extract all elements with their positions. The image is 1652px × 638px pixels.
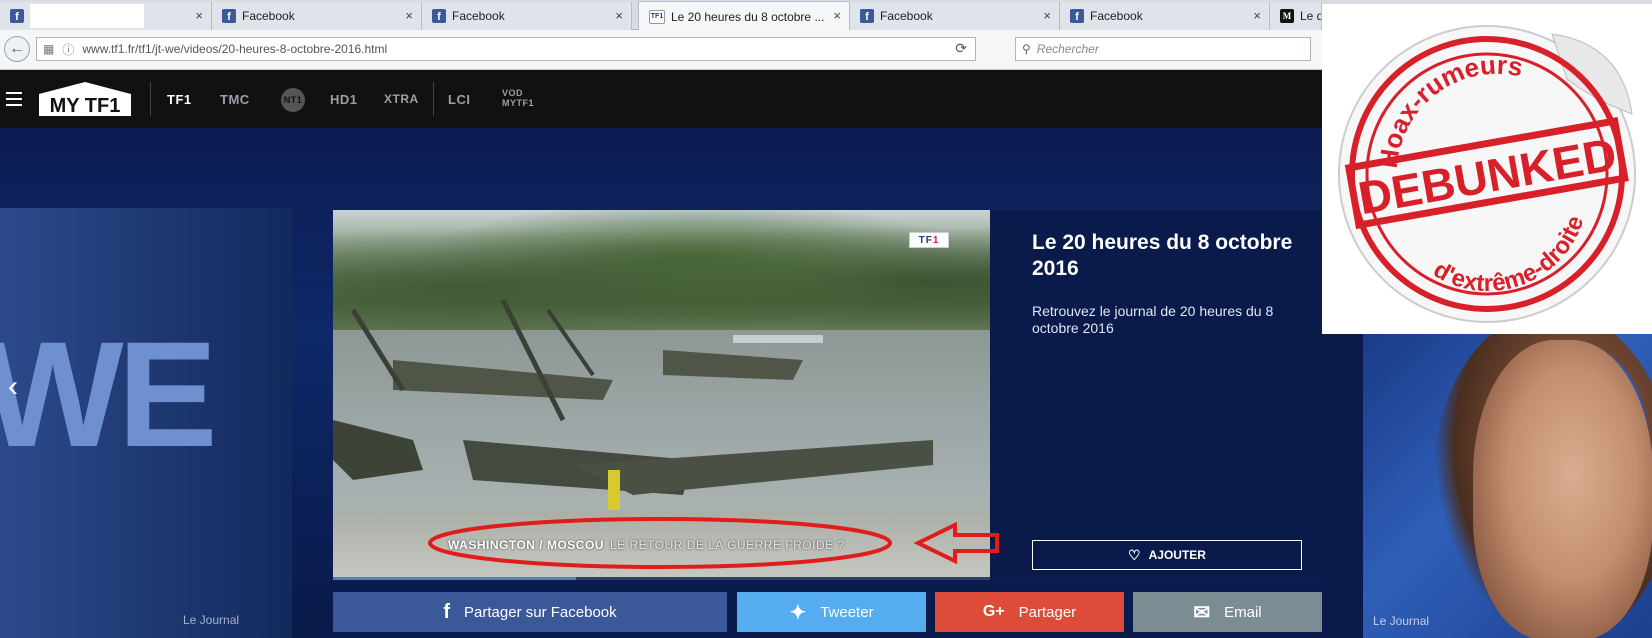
header-divider [150, 82, 151, 116]
add-button-label: AJOUTER [1148, 548, 1206, 562]
channel-xtra-logo[interactable]: XTRA [384, 92, 419, 106]
reload-icon[interactable]: ⟳ [955, 40, 967, 57]
share-twitter-label: Tweeter [820, 603, 874, 621]
facebook-icon: f [443, 600, 451, 623]
close-tab-icon[interactable]: × [405, 8, 413, 23]
video-description: Retrouvez le journal de 20 heures du 8 o… [1032, 303, 1274, 336]
channel-nt1-logo[interactable]: NT1 [281, 88, 305, 112]
close-tab-icon[interactable]: × [195, 8, 203, 23]
share-email-label: Email [1224, 603, 1262, 621]
share-facebook-button[interactable]: f Partager sur Facebook [333, 592, 727, 632]
tab-title: Facebook [880, 9, 933, 23]
browser-tab[interactable]: f Facebook × [1060, 2, 1270, 30]
mytf1-logo[interactable]: MY TF1 [35, 80, 135, 118]
share-gplus-label: Partager [1018, 603, 1077, 621]
facebook-favicon-icon: f [1070, 9, 1084, 23]
prev-slide-caption: Le Journal [183, 613, 240, 627]
debunked-stamp-overlay: Hoax-rumeurs DEBUNKED d'extrême-droite [1322, 4, 1652, 334]
close-tab-icon[interactable]: × [833, 8, 841, 23]
video-player[interactable]: TF 1 WASHINGTON / MOSCOU LE RETOUR DE LA G… [333, 210, 990, 580]
prev-slide-big-text: WE [0, 310, 218, 478]
browser-tab[interactable]: f Facebook × [422, 2, 632, 30]
browser-tab-active[interactable]: TF1 Le 20 heures du 8 octobre ... × [638, 1, 850, 31]
chevron-left-icon[interactable]: ‹ [8, 370, 18, 404]
hamburger-menu-icon[interactable] [6, 92, 22, 106]
url-text: www.tf1.fr/tf1/jt-we/videos/20-heures-8-… [82, 42, 388, 56]
video-caption-main: WASHINGTON / MOSCOU [448, 538, 604, 552]
close-tab-icon[interactable]: × [615, 8, 623, 23]
close-tab-icon[interactable]: × [1253, 8, 1261, 23]
url-bar[interactable]: ▦ ⓘ www.tf1.fr/tf1/jt-we/videos/20-heure… [36, 37, 976, 61]
twitter-bird-icon: ✦ [789, 601, 807, 624]
header-divider [433, 82, 434, 116]
lemonde-favicon-icon: M [1280, 9, 1294, 23]
back-arrow-icon[interactable]: ← [4, 36, 30, 62]
video-channel-logo: TF 1 [909, 232, 949, 248]
browser-tab[interactable]: f Facebook × [850, 2, 1060, 30]
search-placeholder: Rechercher [1036, 42, 1099, 56]
site-header: MY TF1 TF1 TMC NT1 HD1 XTRA LCI VOD MYTF… [0, 70, 1322, 128]
facebook-favicon-icon: f [222, 9, 236, 23]
carousel-next-slide[interactable]: Le Journal [1363, 330, 1652, 638]
tf1-favicon-icon: TF1 [649, 9, 665, 24]
search-icon: ⚲ [1022, 42, 1031, 56]
facebook-favicon-icon: f [10, 9, 24, 23]
channel-tmc-logo[interactable]: TMC [220, 92, 250, 107]
presenter-face [1473, 340, 1652, 638]
google-plus-icon: G+ [982, 603, 1005, 620]
video-progress-bar[interactable] [333, 577, 990, 580]
video-caption: WASHINGTON / MOSCOU LE RETOUR DE LA GUERR… [448, 538, 845, 552]
channel-vod-logo[interactable]: VOD MYTF1 [502, 88, 538, 108]
share-twitter-button[interactable]: ✦ Tweeter [737, 592, 926, 632]
browser-tab[interactable]: M Le d [1270, 2, 1322, 30]
video-title: Le 20 heures du 8 octobre 2016 [1032, 231, 1293, 280]
share-facebook-label: Partager sur Facebook [464, 603, 617, 621]
mytf1-logo-text: MY TF1 [50, 95, 121, 117]
logo-letters: TF [918, 234, 933, 246]
page-list-icon[interactable]: ▦ [43, 42, 54, 56]
carousel-prev-slide[interactable]: WE Le Journal [0, 208, 292, 638]
video-info-panel: Le 20 heures du 8 octobre 2016 Retrouvez… [990, 210, 1322, 580]
search-input[interactable]: ⚲ Rechercher [1015, 37, 1311, 61]
envelope-icon: ✉ [1193, 601, 1211, 624]
close-tab-icon[interactable]: × [1043, 8, 1051, 23]
channel-lci-logo[interactable]: LCI [448, 92, 470, 107]
browser-tab[interactable]: f × [0, 2, 212, 30]
info-icon[interactable]: ⓘ [62, 41, 74, 58]
video-progress-fill [333, 577, 577, 580]
tab-title: Le 20 heures du 8 octobre ... [671, 9, 825, 24]
tab-title [30, 4, 144, 28]
share-email-button[interactable]: ✉ Email [1133, 592, 1322, 632]
facebook-favicon-icon: f [432, 9, 446, 23]
next-slide-caption: Le Journal [1373, 614, 1430, 628]
tab-title: Le d [1300, 9, 1321, 23]
facebook-favicon-icon: f [860, 9, 874, 23]
channel-hd1-logo[interactable]: HD1 [330, 92, 358, 107]
tab-title: Facebook [242, 9, 295, 23]
channel-tf1-logo[interactable]: TF1 [167, 92, 192, 107]
tab-title: Facebook [452, 9, 505, 23]
add-button[interactable]: ♡ AJOUTER [1032, 540, 1302, 570]
share-gplus-button[interactable]: G+ Partager [935, 592, 1124, 632]
video-caption-sub: LE RETOUR DE LA GUERRE FROIDE ? [609, 538, 845, 552]
logo-accent: 1 [932, 234, 940, 246]
heart-icon: ♡ [1128, 546, 1141, 563]
tab-title: Facebook [1090, 9, 1143, 23]
browser-tab[interactable]: f Facebook × [212, 2, 422, 30]
